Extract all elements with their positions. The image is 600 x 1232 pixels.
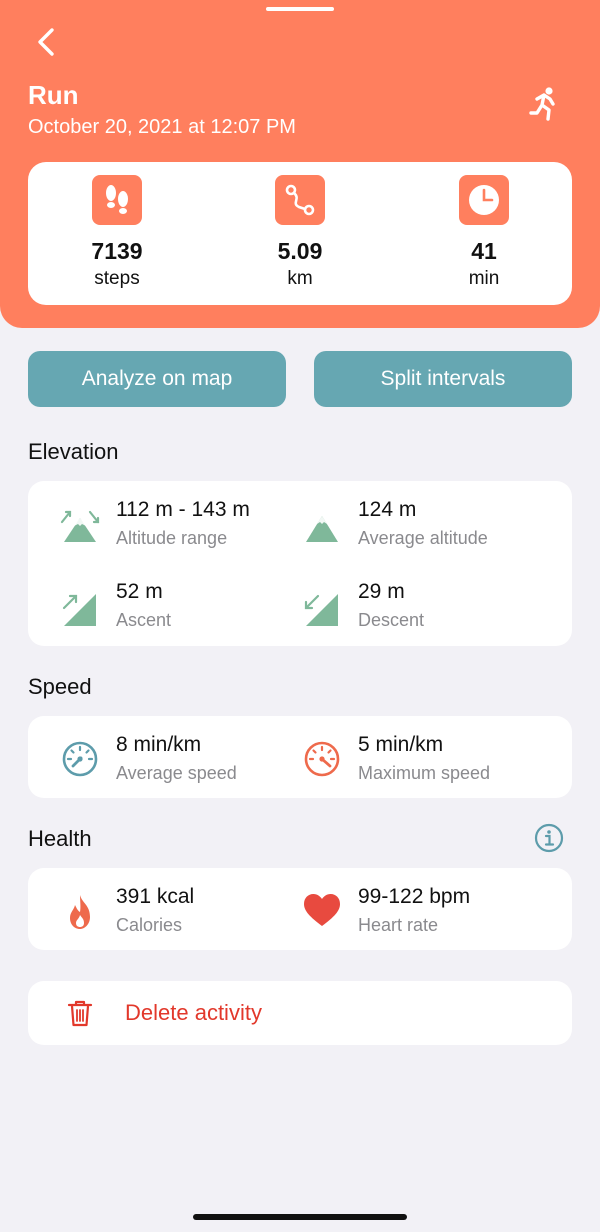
distance-stat: 5.09 km [240, 162, 360, 305]
steps-stat: 7139 steps [57, 162, 177, 305]
speedometer-icon [60, 739, 100, 779]
descent-icon [302, 586, 342, 626]
altitude-range-item: 112 m - 143 m Altitude range [60, 498, 300, 558]
descent-item: 29 m Descent [302, 580, 542, 640]
trash-icon [66, 999, 94, 1027]
chevron-left-icon [38, 28, 54, 56]
clock-icon [459, 175, 509, 225]
duration-unit: min [468, 268, 500, 289]
maximum-speed-value: 5 min/km [358, 733, 444, 756]
steps-unit: steps [94, 268, 140, 289]
footsteps-icon [92, 175, 142, 225]
ascent-value: 52 m [116, 580, 163, 603]
elevation-section-title: Elevation [28, 439, 119, 464]
delete-activity-button[interactable]: Delete activity [28, 981, 572, 1045]
split-intervals-button[interactable]: Split intervals [314, 351, 572, 407]
max-speedometer-icon [302, 739, 342, 779]
average-speed-label: Average speed [116, 763, 237, 783]
mountain-icon [302, 504, 342, 544]
elevation-card: 112 m - 143 m Altitude range 124 m Avera… [28, 481, 572, 646]
heart-rate-item: 99-122 bpm Heart rate [302, 885, 542, 945]
average-speed-value: 8 min/km [116, 733, 202, 756]
descent-value: 29 m [358, 580, 405, 603]
running-icon [524, 84, 564, 124]
altitude-range-icon [60, 504, 100, 544]
maximum-speed-item: 5 min/km Maximum speed [302, 733, 542, 793]
info-icon[interactable] [534, 823, 564, 853]
health-card: 391 kcal Calories 99-122 bpm Heart rate [28, 868, 572, 950]
delete-activity-label: Delete activity [125, 1000, 262, 1025]
ascent-icon [60, 586, 100, 626]
altitude-range-value: 112 m - 143 m [116, 498, 250, 521]
back-button[interactable] [30, 24, 66, 60]
ascent-label: Ascent [116, 610, 172, 630]
maximum-speed-label: Maximum speed [358, 763, 491, 783]
descent-label: Descent [358, 610, 425, 630]
steps-value: 7139 [91, 238, 143, 264]
calories-value: 391 kcal [116, 885, 195, 908]
page-title: Run [28, 80, 79, 110]
average-altitude-label: Average altitude [358, 528, 488, 548]
route-icon [275, 175, 325, 225]
calories-label: Calories [116, 915, 183, 935]
health-section-title: Health [28, 826, 92, 851]
speed-section-title: Speed [28, 674, 92, 699]
distance-unit: km [287, 268, 313, 289]
calories-item: 391 kcal Calories [60, 885, 300, 945]
ascent-item: 52 m Ascent [60, 580, 300, 640]
speed-card: 8 min/km Average speed 5 min/km Maximum … [28, 716, 572, 798]
heart-rate-value: 99-122 bpm [358, 885, 471, 908]
analyze-on-map-button[interactable]: Analyze on map [28, 351, 286, 407]
altitude-range-label: Altitude range [116, 528, 228, 548]
duration-stat: 41 min [424, 162, 544, 305]
average-altitude-value: 124 m [358, 498, 417, 521]
heart-rate-label: Heart rate [358, 915, 439, 935]
average-altitude-item: 124 m Average altitude [302, 498, 542, 558]
distance-value: 5.09 [277, 238, 323, 264]
summary-card: 7139 steps 5.09 km 41 min [28, 162, 572, 305]
sheet-grabber[interactable] [266, 7, 334, 11]
activity-header: Run October 20, 2021 at 12:07 PM 7139 st… [0, 0, 600, 328]
heart-icon [302, 891, 342, 931]
flame-icon [60, 891, 100, 931]
home-indicator[interactable] [193, 1214, 407, 1220]
average-speed-item: 8 min/km Average speed [60, 733, 300, 793]
duration-value: 41 [471, 238, 497, 264]
activity-datetime: October 20, 2021 at 12:07 PM [28, 116, 296, 138]
